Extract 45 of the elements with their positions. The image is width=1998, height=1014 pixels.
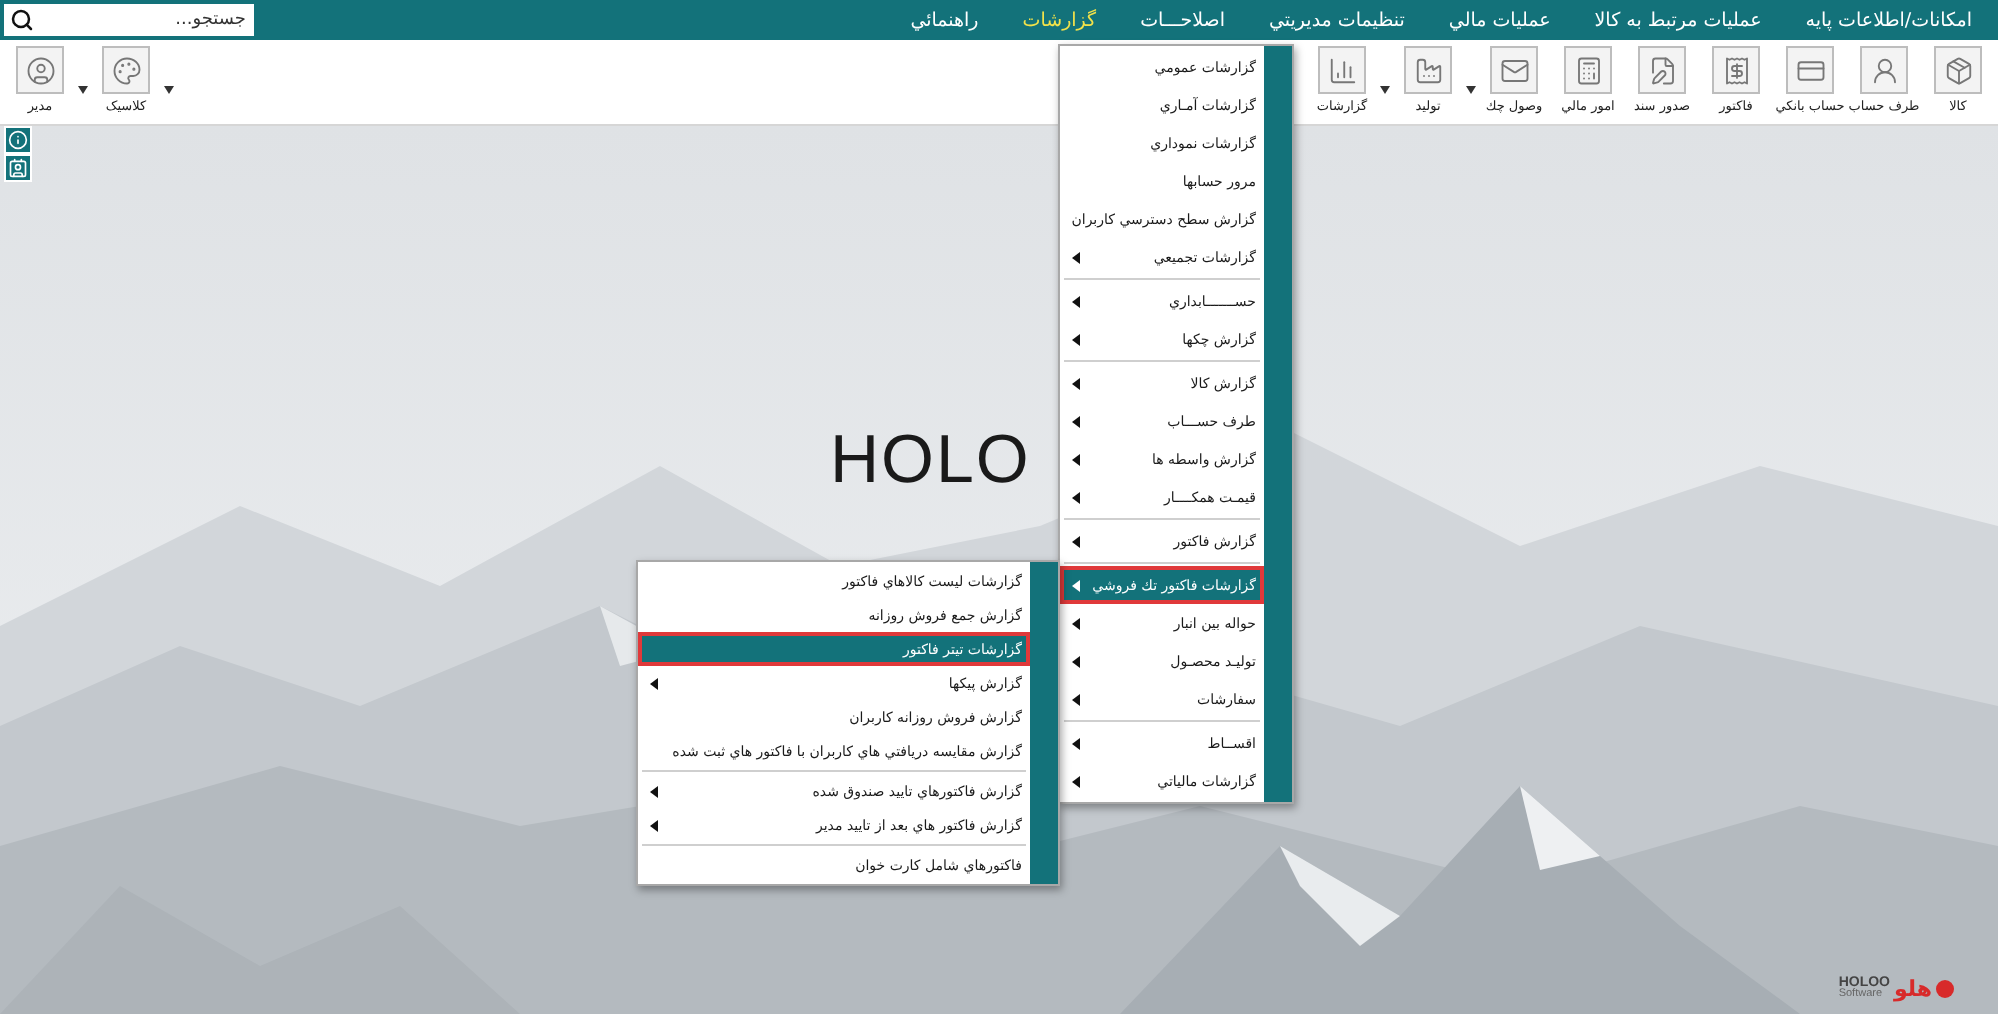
submenu-arrow-icon (1072, 579, 1080, 591)
submenu-arrow-icon (1072, 377, 1080, 389)
submenu-arrow-icon (1072, 775, 1080, 787)
menu-item[interactable]: امكانات/اطلاعات پايه (1783, 9, 1994, 31)
caret-icon[interactable] (1380, 86, 1390, 94)
receipt-icon (1712, 46, 1760, 94)
submenu-arrow-icon (1072, 415, 1080, 427)
envelope-icon (1490, 46, 1538, 94)
box-icon (1934, 46, 1982, 94)
logo-icon (1936, 980, 1954, 998)
submenu-arrow-icon (650, 819, 658, 831)
menu-item[interactable]: عمليات مرتبط به كالا (1572, 9, 1784, 31)
submenu-arrow-icon (1072, 491, 1080, 503)
submenu-arrow-icon (650, 785, 658, 797)
submenu-arrow-icon (1072, 693, 1080, 705)
brand-mark: هلو (1893, 976, 1932, 1002)
chart-icon (1318, 46, 1366, 94)
contact-icon[interactable] (6, 156, 30, 180)
calculator-icon (1564, 46, 1612, 94)
search-field[interactable]: جستجو... (4, 4, 254, 36)
person-icon (1860, 46, 1908, 94)
menu-item[interactable]: اصلاحـــات (1118, 9, 1247, 31)
menu-item[interactable]: گزارشات (1000, 9, 1119, 31)
menu-item[interactable]: عمليات مالي (1426, 9, 1573, 31)
info-icon[interactable] (6, 128, 30, 152)
card-icon (1786, 46, 1834, 94)
submenu-arrow-icon (1072, 295, 1080, 307)
document-pen-icon (1638, 46, 1686, 94)
submenu-arrow-icon (650, 677, 658, 689)
caret-icon[interactable] (164, 86, 174, 94)
submenu-arrow-icon (1072, 251, 1080, 263)
submenu-arrow-icon (1072, 737, 1080, 749)
palette-icon (102, 46, 150, 94)
submenu-arrow-icon (1072, 617, 1080, 629)
submenu-arrow-icon (1072, 333, 1080, 345)
menu-item[interactable]: تنظيمات مديريتي (1247, 9, 1427, 31)
caret-icon[interactable] (1466, 86, 1476, 94)
submenu-arrow-icon (1072, 453, 1080, 465)
factory-icon (1404, 46, 1452, 94)
search-icon (10, 8, 34, 32)
submenu-arrow-icon (1072, 655, 1080, 667)
submenu-arrow-icon (1072, 535, 1080, 547)
menu-item[interactable]: راهنمائي (888, 9, 1001, 31)
logo-text: HOLO (830, 426, 1031, 494)
caret-icon[interactable] (78, 86, 88, 94)
